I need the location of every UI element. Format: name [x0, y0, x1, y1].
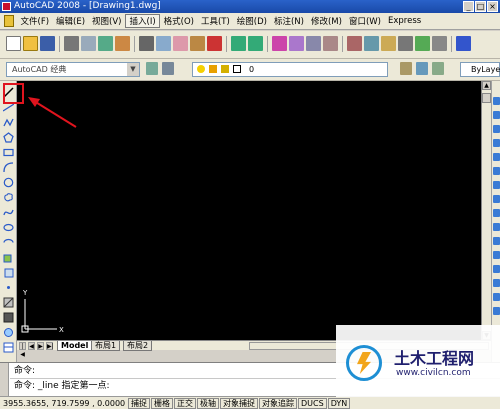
watermark-title: 土木工程网 [394, 349, 475, 368]
watermark-logo-icon [346, 345, 382, 381]
site-watermark: 土木工程网 www.civilcn.com [336, 325, 500, 397]
watermark-url: www.civilcn.com [396, 368, 471, 378]
